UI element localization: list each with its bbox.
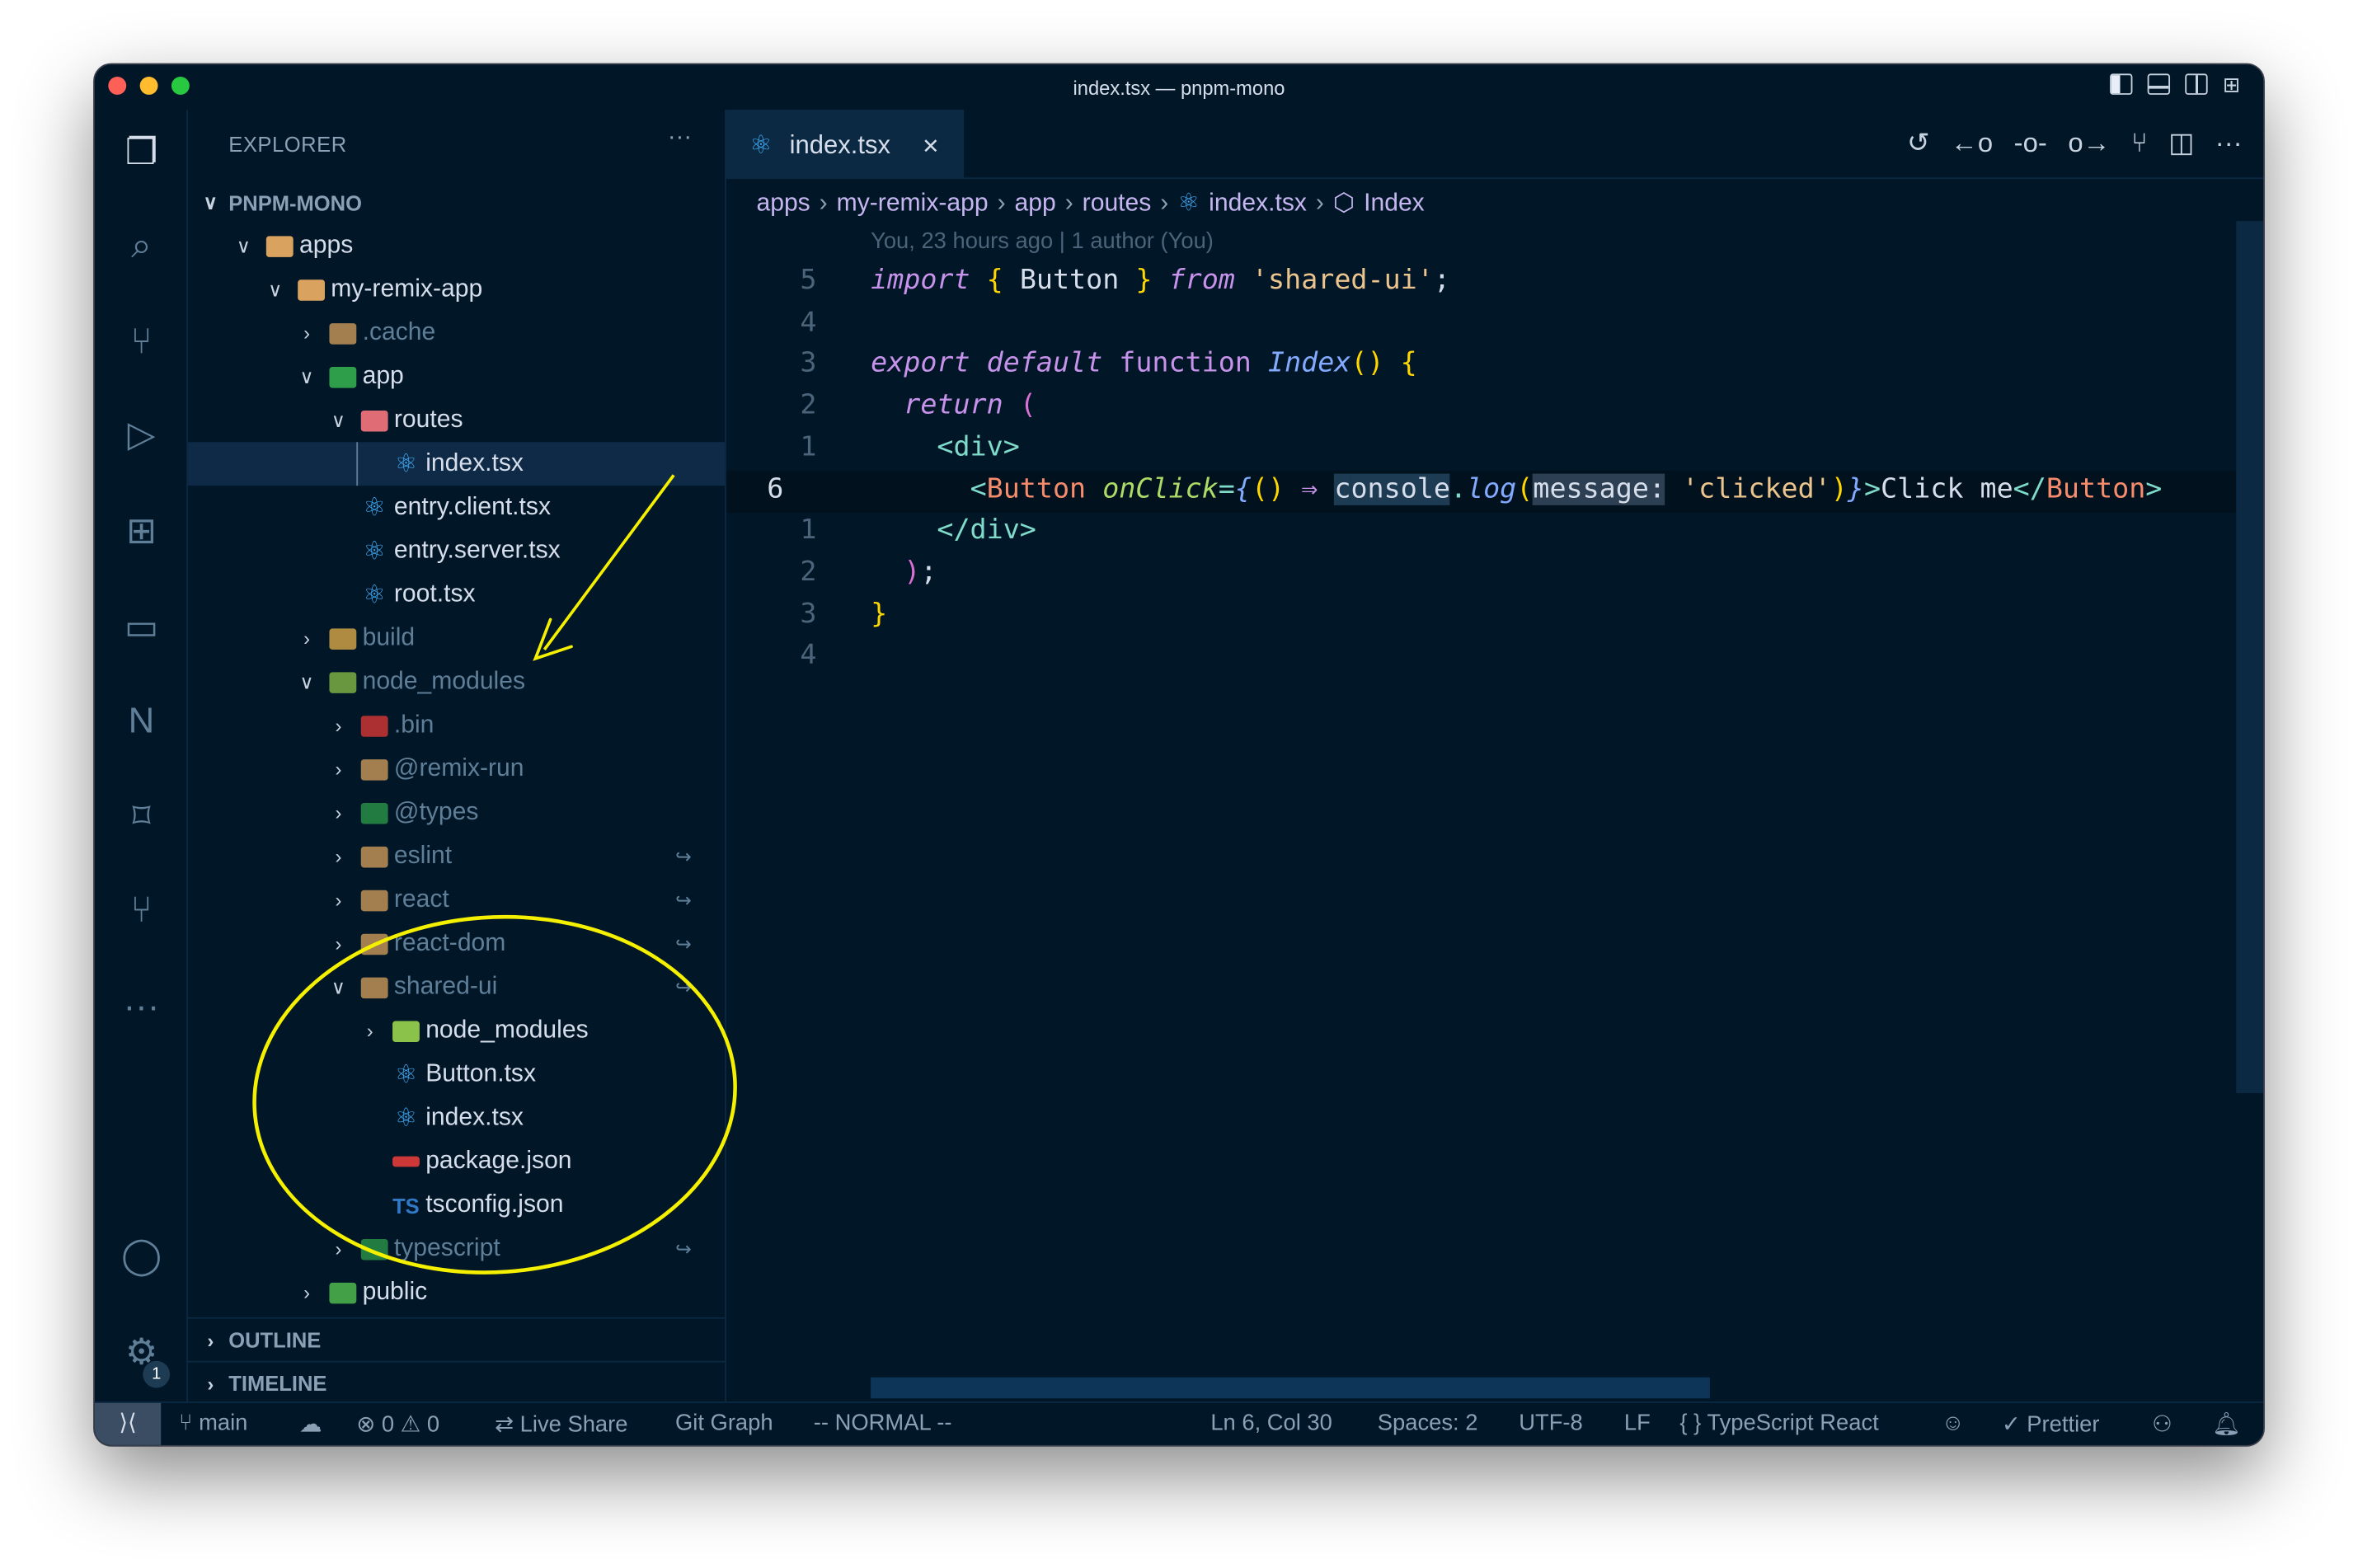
- annotation-overlay: [252, 474, 737, 1275]
- annotation-circle: [252, 914, 737, 1275]
- annotation-arrow: [543, 474, 675, 651]
